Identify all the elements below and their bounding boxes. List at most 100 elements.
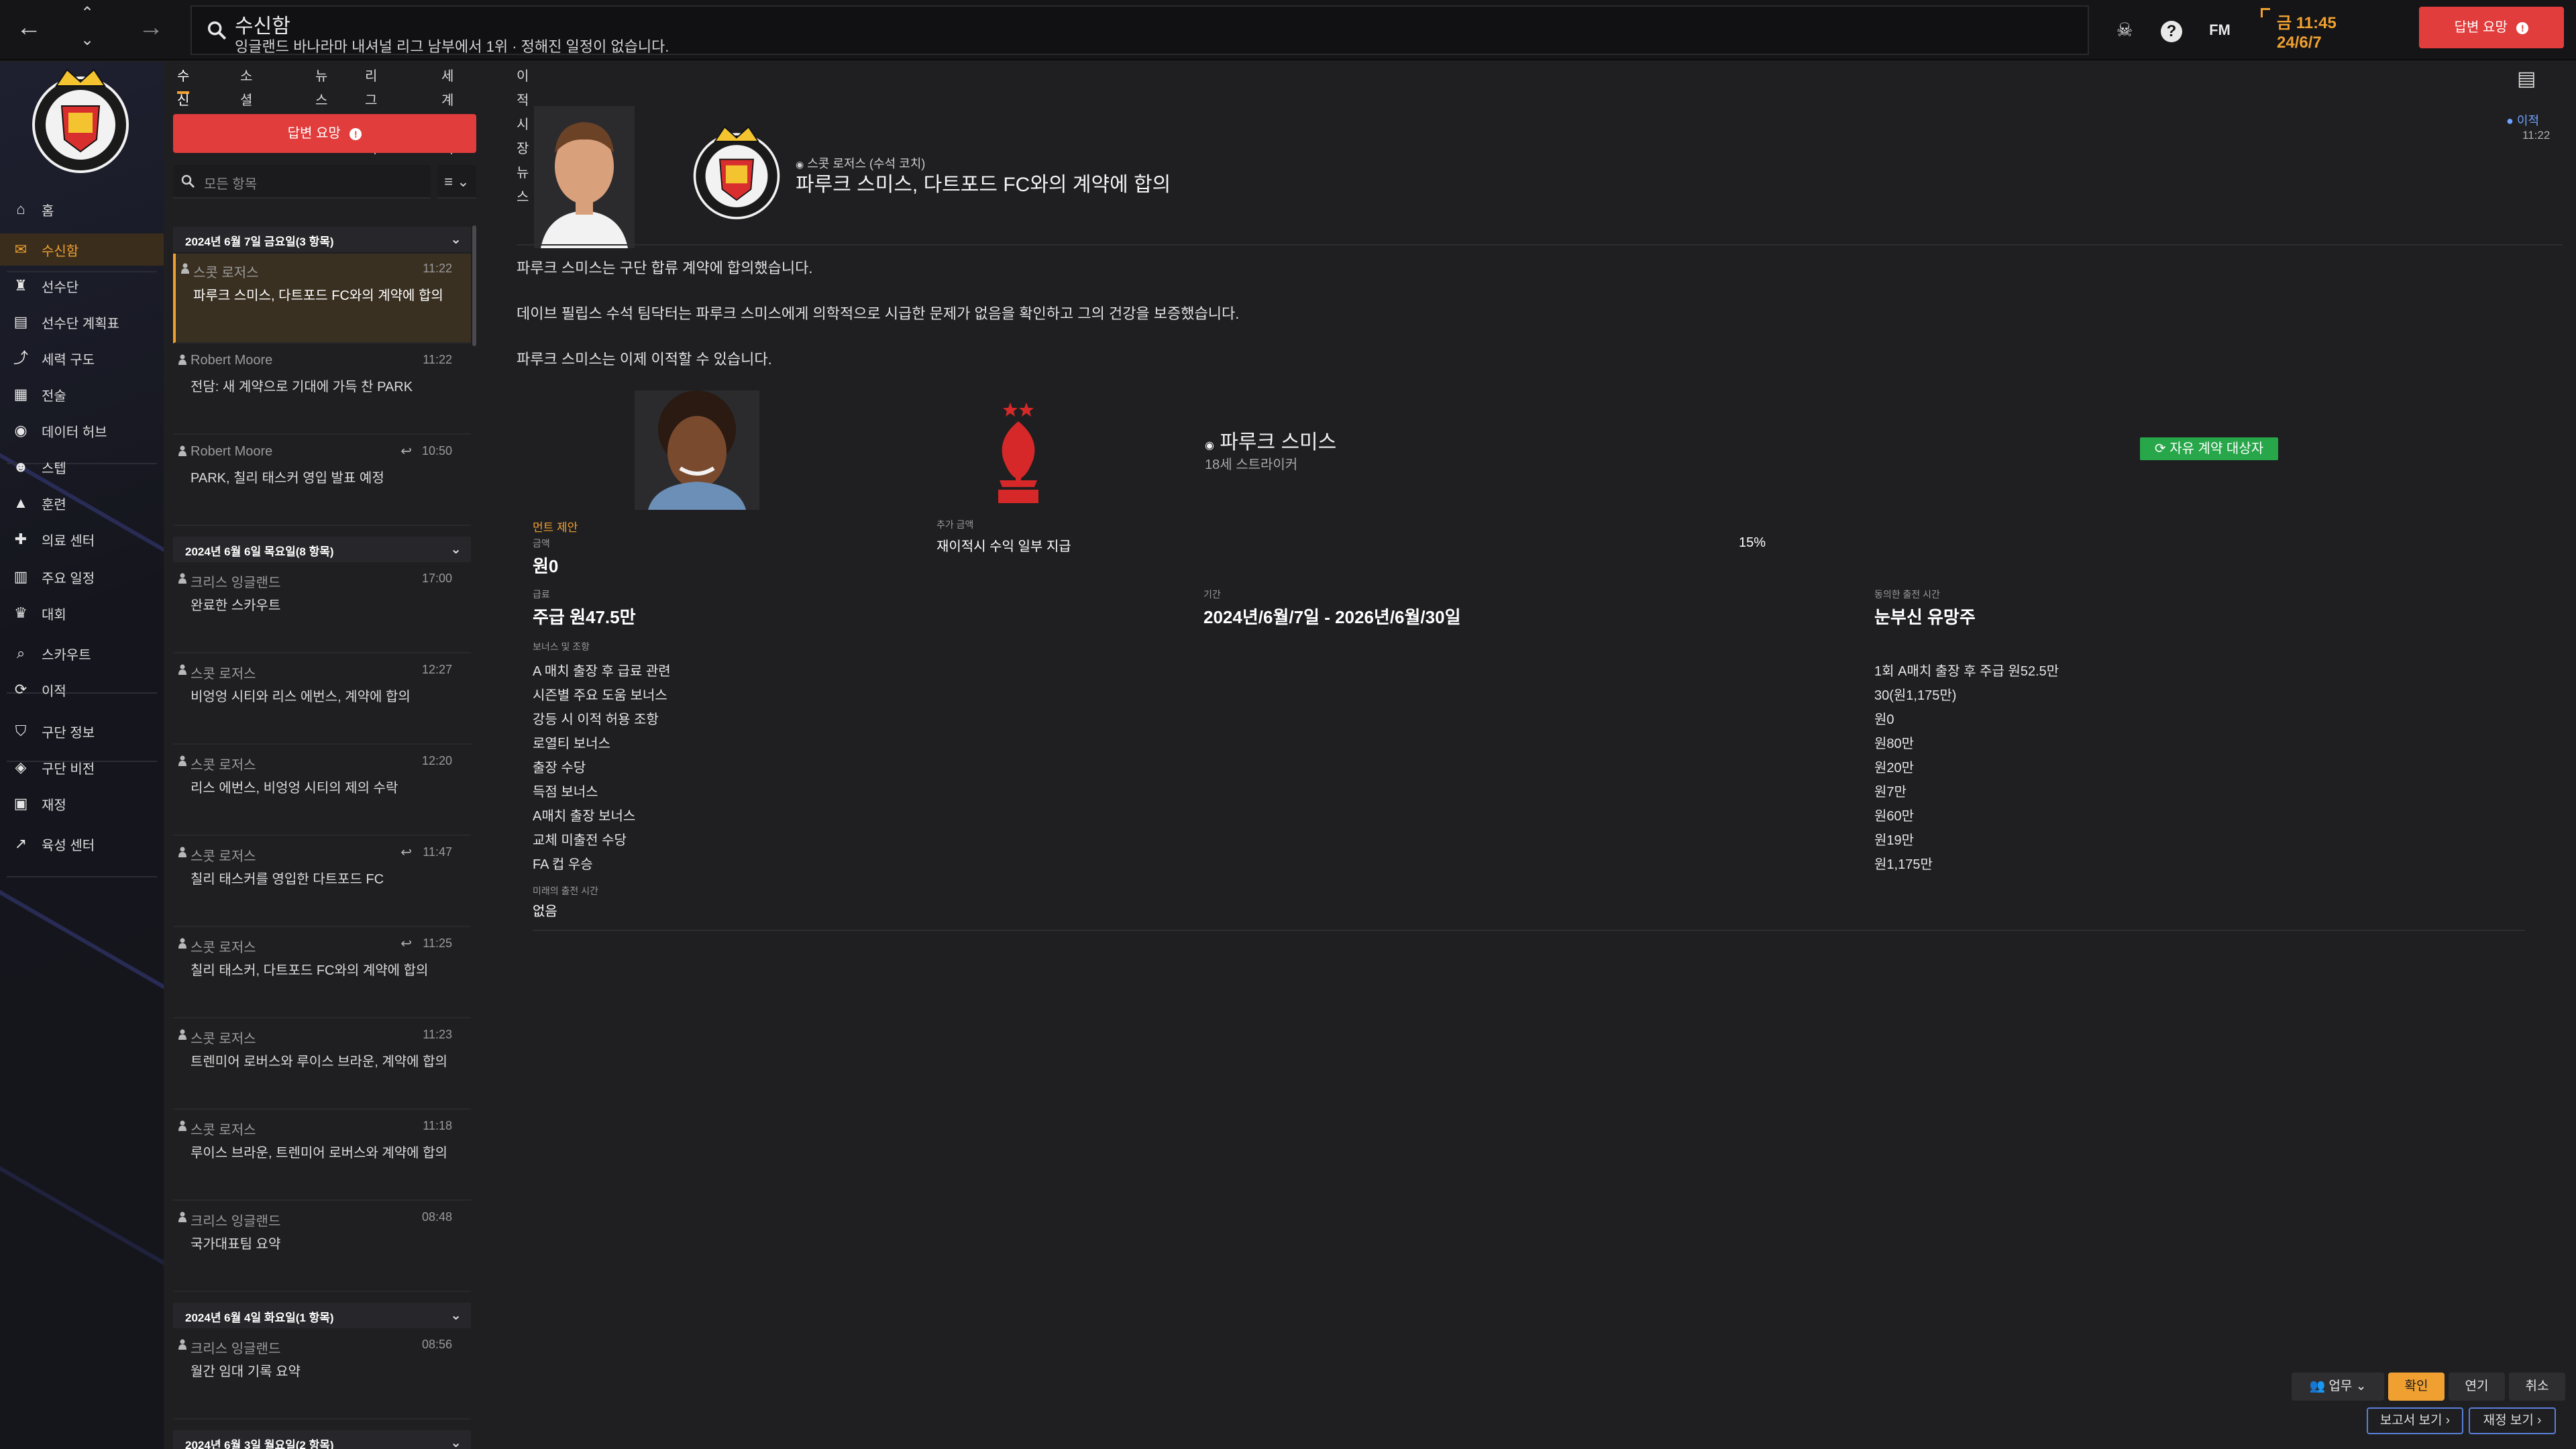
bonus-row: A 매치 출장 후 급료 관련 1회 A매치 출장 후 주급 원52.5만 — [533, 656, 2525, 680]
message-row[interactable]: 스콧 로저스 11:18 루이스 브라운, 트렌미어 로버스와 계약에 합의 — [173, 1111, 471, 1201]
message-row[interactable]: Robert Moore 11:22 전담: 새 계약으로 기대에 가득 찬 PAR… — [173, 345, 471, 435]
sidebar-item-12[interactable]: ⌕ 스카우트 — [0, 637, 164, 669]
message-subject: 전담: 새 계약으로 기대에 가득 찬 PARK — [191, 380, 413, 394]
message-row[interactable]: 스콧 로저스 ↩ 11:47 칠리 태스커를 영입한 다트포드 FC — [173, 837, 471, 927]
reply-needed-filter-button[interactable]: 답변 요망 ! — [173, 114, 476, 153]
list-scrollbar[interactable] — [472, 225, 476, 346]
sidebar-item-label: 선수단 — [42, 280, 79, 295]
up-icon[interactable]: ⌃ — [80, 5, 94, 21]
message-row[interactable]: 스콧 로저스 ↩ 11:25 칠리 태스커, 다트포드 FC와의 계약에 합의 — [173, 928, 471, 1018]
message-row[interactable]: 스콧 로저스 11:22 파루크 스미스, 다트포드 FC와의 계약에 합의 — [173, 254, 471, 343]
sidebar-item-10[interactable]: ▥ 주요 일정 — [0, 561, 164, 593]
help-icon[interactable]: ? — [2159, 17, 2184, 43]
sidebar-item-5[interactable]: ▦ 전술 — [0, 378, 164, 411]
sidebar-item-label: 선수단 계획표 — [42, 316, 119, 331]
tab-1[interactable]: 소셜 피드 — [240, 64, 252, 156]
message-row[interactable]: Robert Moore ↩ 10:50 PARK, 칠리 태스커 영입 발표 예정 — [173, 436, 471, 526]
message-row[interactable]: 스콧 로저스 12:27 비엉엉 시티와 리스 에번스, 계약에 합의 — [173, 655, 471, 745]
bonus-row: FA 컵 우승 원1,175만 — [533, 849, 2525, 873]
sidebar-item-8[interactable]: ▲ 훈련 — [0, 487, 164, 519]
lock-icon: ◉ — [1205, 440, 1214, 451]
message-row[interactable]: 크리스 잉글랜드 17:00 완료한 스카우트 — [173, 564, 471, 653]
sidebar-item-0[interactable]: ⌂ 홈 — [0, 193, 164, 225]
message-row[interactable]: 스콧 로저스 11:23 트렌미어 로버스와 루이스 브라운, 계약에 합의 — [173, 1020, 471, 1110]
forward-icon[interactable]: → — [138, 15, 164, 40]
bonus-label: 득점 보너스 — [533, 785, 598, 800]
sidebar-item-label: 구단 정보 — [42, 725, 95, 741]
sidebar-item-7[interactable]: ☻ 스텝 — [0, 451, 164, 483]
sidebar-item-11[interactable]: ♛ 대회 — [0, 597, 164, 629]
sidebar-item-3[interactable]: ▤ 선수단 계획표 — [0, 306, 164, 338]
date-group-header[interactable]: 2024년 6월 4일 화요일(1 항목) ⌄ — [173, 1303, 471, 1328]
date-time-display[interactable]: 금 11:45 24/6/7 — [2261, 7, 2395, 54]
nottingham-forest-crest[interactable] — [990, 398, 1046, 506]
message-row[interactable]: 스콧 로저스 12:20 리스 에번스, 비엉엉 시티의 제의 수락 — [173, 746, 471, 836]
paragraph-1: 파루크 스미스는 구단 합류 계약에 합의했습니다. — [517, 260, 813, 276]
message-subject: 비엉엉 시티와 리스 에번스, 계약에 합의 — [191, 690, 411, 704]
date-group-header[interactable]: 2024년 6월 3일 월요일(2 항목) ⌄ — [173, 1430, 471, 1449]
tab-2[interactable]: 뉴스 — [315, 64, 327, 108]
reply-needed-button[interactable]: 답변 요망 ! — [2419, 7, 2564, 48]
fee-value: 원0 — [533, 556, 559, 576]
delay-button[interactable]: 연기 — [2449, 1373, 2505, 1401]
sidebar-item-17[interactable]: ↗ 육성 센터 — [0, 828, 164, 860]
message-time: 10:50 — [421, 444, 452, 458]
fee-label: 금액 — [533, 538, 550, 549]
sidebar-item-9[interactable]: ✚ 의료 센터 — [0, 523, 164, 555]
sidebar-item-label: 데이터 허브 — [42, 425, 107, 440]
message-time: 17:00 — [421, 572, 452, 585]
message-sender: 스콧 로저스 — [191, 941, 256, 955]
skull-icon[interactable]: ☠ — [2112, 17, 2137, 43]
message-time: 11:25 — [423, 936, 452, 950]
work-menu-button[interactable]: 👥 업무 ⌄ — [2292, 1373, 2384, 1401]
search-bar[interactable]: 수신함 잉글랜드 바나라마 내셔널 리그 남부에서 1위 · 정해진 일정이 없… — [191, 5, 2089, 55]
sidebar-item-1[interactable]: ✉ 수신함 — [0, 233, 164, 266]
person-icon — [178, 354, 186, 365]
bonus-value: 원19만 — [1874, 833, 1915, 848]
date-group-header[interactable]: 2024년 6월 6일 목요일(8 항목) ⌄ — [173, 537, 471, 562]
message-row[interactable]: 크리스 잉글랜드 08:56 월간 임대 기록 요약 — [173, 1330, 471, 1419]
view-report-button[interactable]: 보고서 보기 › — [2367, 1407, 2463, 1434]
message-sender: 크리스 잉글랜드 — [191, 576, 281, 590]
message-sender: 크리스 잉글랜드 — [191, 1342, 281, 1356]
medical-icon: ✚ — [14, 531, 28, 547]
sidebar-item-13[interactable]: ⟳ 이적 — [0, 674, 164, 706]
date-group-header[interactable]: 2024년 6월 7일 금요일(3 항목) ⌄ — [173, 227, 471, 252]
person-icon — [178, 847, 186, 857]
sidebar-item-4[interactable]: ⤴ 세력 구도 — [0, 342, 164, 374]
vision-icon: ◈ — [15, 759, 27, 775]
sidebar-item-6[interactable]: ◉ 데이터 허브 — [0, 415, 164, 447]
club-crest-logo[interactable] — [30, 66, 131, 178]
tab-4[interactable]: 세계 소식 — [441, 64, 453, 156]
person-icon — [178, 664, 186, 675]
fm-menu-icon[interactable]: FM — [2207, 17, 2233, 43]
sidebar-item-14[interactable]: ⛉ 구단 정보 — [0, 715, 164, 747]
tab-3[interactable]: 리그 소식 — [365, 64, 377, 156]
down-icon[interactable]: ⌄ — [80, 32, 94, 48]
development-icon: ↗ — [14, 835, 28, 852]
tab-5[interactable]: 이적 시장 뉴스 — [517, 64, 529, 205]
player-name[interactable]: ◉ 파루크 스미스 — [1205, 425, 1336, 455]
paragraph-3: 파루크 스미스는 이제 이적할 수 있습니다. — [517, 351, 772, 368]
message-row[interactable]: 크리스 잉글랜드 08:48 국가대표팀 요약 — [173, 1202, 471, 1292]
sort-menu-button[interactable]: ≡ ⌄ — [437, 165, 476, 199]
wage-value: 주급 원47.5만 — [533, 607, 636, 627]
cancel-button[interactable]: 취소 — [2509, 1373, 2565, 1401]
tab-0[interactable]: 수신함 — [177, 64, 190, 132]
current-time: 금 11:45 — [2277, 14, 2337, 32]
sidebar-item-16[interactable]: ▣ 재정 — [0, 788, 164, 820]
view-finance-button[interactable]: 재정 보기 › — [2469, 1407, 2556, 1434]
sidebar-item-2[interactable]: ♜ 선수단 — [0, 270, 164, 302]
bonus-label: A매치 출장 보너스 — [533, 809, 636, 824]
playing-time-value: 눈부신 유망주 — [1874, 607, 1976, 627]
message-sender: 스콧 로저스 — [191, 1123, 256, 1138]
message-sender: Robert Moore — [191, 353, 273, 368]
back-icon[interactable]: ← — [16, 15, 42, 40]
message-category-tag: ● 이적 — [2506, 114, 2540, 127]
player-photo[interactable] — [635, 390, 759, 510]
confirm-button[interactable]: 확인 — [2388, 1373, 2445, 1401]
inbox-filter-input[interactable]: 모든 항목 — [173, 165, 431, 199]
layout-toggle-icon[interactable]: ▤ — [2517, 67, 2544, 90]
sidebar-item-15[interactable]: ◈ 구단 비전 — [0, 751, 164, 784]
message-subject: 칠리 태스커를 영입한 다트포드 FC — [191, 872, 384, 887]
